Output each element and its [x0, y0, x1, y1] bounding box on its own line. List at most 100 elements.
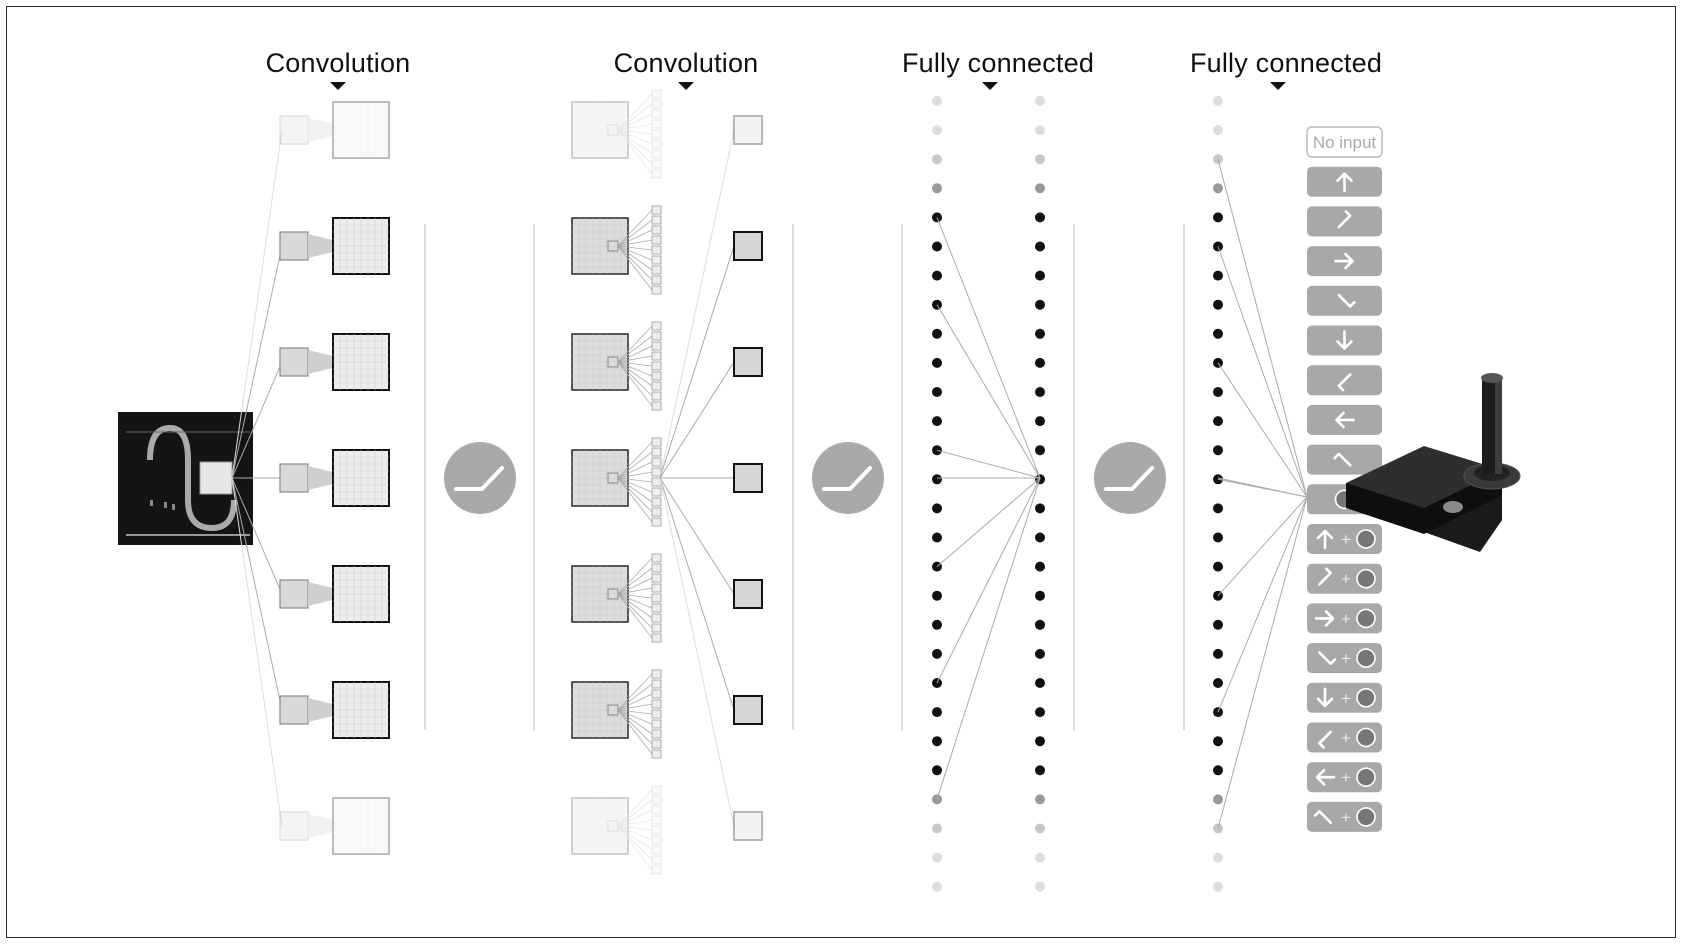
fc-node: [1035, 416, 1045, 427]
conv2-unit: [651, 225, 662, 235]
conv2-unit: [651, 331, 662, 341]
fc-node: [1035, 765, 1045, 776]
conv2-output-connection: [659, 129, 735, 479]
conv2-unit: [651, 623, 662, 633]
fc-node: [1035, 154, 1045, 165]
fc-node: [1213, 794, 1223, 805]
conv2-unit: [651, 825, 662, 835]
fire-button-icon: [1356, 608, 1376, 629]
joystick-top: [1481, 373, 1503, 383]
fc-node: [1035, 328, 1045, 339]
fc1-connection: [936, 304, 1041, 479]
conv2-unit: [651, 129, 662, 139]
fc-node: [932, 416, 942, 427]
conv2-output-unit: [733, 463, 763, 493]
plus-label: +: [1341, 530, 1351, 549]
fc-node: [1213, 765, 1223, 776]
title-caret-icon: [330, 82, 346, 90]
fc-node: [1035, 678, 1045, 688]
fc-node: [1035, 707, 1045, 718]
plus-label: +: [1341, 570, 1351, 589]
fc-node: [932, 503, 942, 514]
conv2-unit: [651, 603, 662, 613]
fc2-connection: [1217, 496, 1308, 713]
receptive-field: [199, 461, 233, 495]
action-button: +: [1307, 603, 1382, 634]
conv1-filter: [279, 115, 309, 145]
plus-label: +: [1341, 768, 1351, 787]
conv2-unit: [651, 583, 662, 593]
conv2-output-connection: [659, 245, 735, 479]
conv2-unit: [651, 699, 662, 709]
conv2-unit: [651, 785, 662, 795]
relu-circle: [444, 442, 516, 514]
conv2-unit: [651, 855, 662, 865]
screen-sprite: [150, 500, 153, 506]
fc-node: [932, 736, 942, 747]
conv2-unit: [651, 285, 662, 295]
conv1-feature-map: [279, 565, 390, 623]
fc-node: [1035, 736, 1045, 747]
network-diagram: No input + + + + + + + +: [118, 82, 1521, 892]
plus-label: +: [1341, 808, 1351, 827]
fc-node: [1213, 445, 1223, 456]
conv1-feature-map: [279, 217, 390, 275]
fc-node: [1035, 648, 1045, 659]
conv2-unit: [651, 497, 662, 507]
action-button: +: [1307, 722, 1382, 753]
conv2-unit: [651, 341, 662, 351]
joystick-stick-shade: [1495, 378, 1502, 474]
fc-node: [1035, 532, 1045, 543]
fc-node: [1035, 561, 1045, 572]
fc-node: [932, 154, 942, 165]
fc2-connection: [1217, 246, 1308, 498]
fc-node: [1035, 590, 1045, 601]
fc-node: [1213, 503, 1223, 514]
fc-node: [1213, 532, 1223, 543]
plus-label: +: [1341, 689, 1351, 708]
input-connection: [231, 129, 283, 479]
conv2-unit: [651, 361, 662, 371]
conv2-unit: [651, 245, 662, 255]
conv2-unit: [651, 275, 662, 285]
relu-icon: [1094, 442, 1166, 514]
conv1-filter: [279, 463, 309, 493]
conv1-filter: [279, 347, 309, 377]
conv2-output-connection: [659, 361, 735, 479]
conv2-unit: [651, 795, 662, 805]
conv1-feature-map: [279, 333, 390, 391]
conv2-unit: [651, 159, 662, 169]
conv2-output-unit: [733, 115, 763, 145]
conv2-unit: [651, 149, 662, 159]
conv2-unit: [651, 845, 662, 855]
conv2-output: [733, 695, 763, 725]
conv2-unit: [651, 381, 662, 391]
fc-node: [932, 125, 942, 136]
conv2-unit: [651, 517, 662, 527]
fc-node: [1213, 387, 1223, 397]
fc-node: [1213, 619, 1223, 630]
action-button: +: [1307, 524, 1382, 554]
conv2-unit: [651, 477, 662, 487]
fc1-connection: [936, 477, 1041, 684]
title-caret-icon: [982, 82, 998, 90]
action-button: +: [1307, 563, 1382, 594]
conv2-unit: [651, 563, 662, 573]
conv2-output-unit: [733, 231, 763, 261]
fc-node: [932, 852, 942, 863]
fc-node: [1035, 125, 1045, 136]
conv2-output: [733, 811, 763, 841]
conv2-unit: [651, 139, 662, 149]
conv2-unit: [651, 265, 662, 275]
conv2-unit: [651, 205, 662, 215]
conv2-output: [733, 231, 763, 261]
fc-node: [1035, 357, 1045, 368]
conv2-feature-map: [571, 437, 662, 527]
conv2-unit: [651, 447, 662, 457]
conv2-unit: [651, 507, 662, 517]
conv2-unit: [651, 169, 662, 179]
fc-node: [932, 881, 942, 892]
conv1-filter: [279, 231, 309, 261]
fc-node: [1035, 96, 1045, 106]
fc-node: [932, 387, 942, 397]
